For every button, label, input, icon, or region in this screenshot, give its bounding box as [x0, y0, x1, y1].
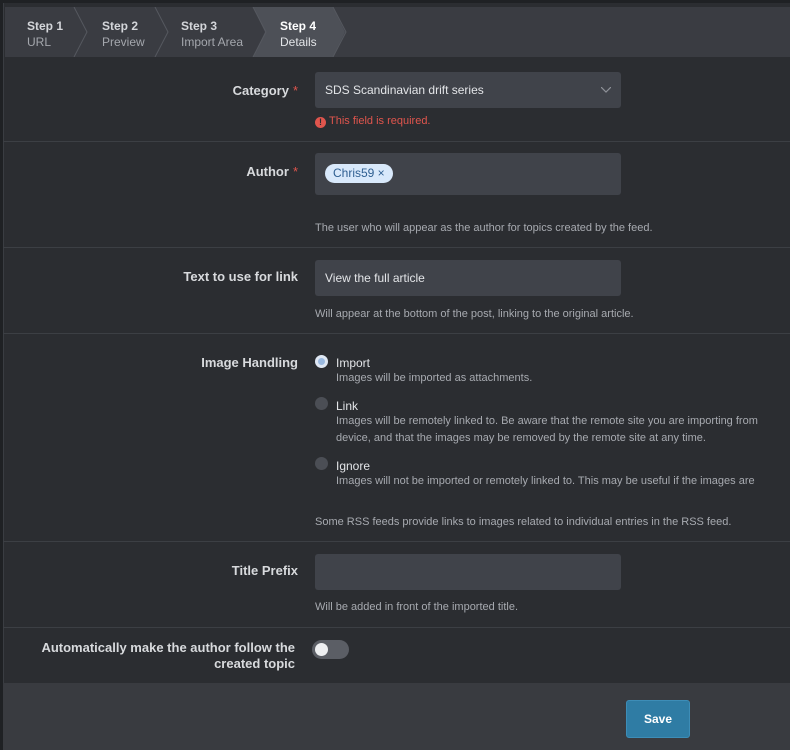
step-1-label: URL — [27, 35, 52, 49]
step-4-label: Details — [280, 35, 317, 49]
link-text-help: Will appear at the bottom of the post, l… — [315, 308, 634, 320]
category-error-text: This field is required. — [329, 115, 431, 127]
radio-ignore[interactable] — [315, 457, 328, 470]
option-import-help: Images will be imported as attachments. — [336, 372, 533, 384]
option-link-help-1: Images will be remotely linked to. Be aw… — [336, 415, 758, 427]
image-handling-label: Image Handling — [201, 355, 298, 370]
step-3-label: Import Area — [181, 35, 244, 49]
option-link-help-2: device, and that the images may be remov… — [336, 432, 706, 444]
link-text-value: View the full article — [325, 271, 425, 285]
author-help: The user who will appear as the author f… — [315, 222, 653, 234]
title-prefix-label: Title Prefix — [231, 563, 298, 578]
author-row: Author * Chris59 × The user who will appe… — [3, 142, 790, 248]
link-text-row: Text to use for link View the full artic… — [3, 248, 790, 334]
link-text-input[interactable]: View the full article — [315, 260, 621, 296]
option-import-label[interactable]: Import — [336, 356, 370, 370]
form-footer: Save — [3, 683, 790, 750]
follow-label-line2: created topic — [214, 656, 295, 671]
step-1-number: Step 1 — [27, 19, 64, 33]
author-label: Author * — [246, 164, 298, 180]
required-marker: * — [292, 164, 298, 179]
save-button[interactable]: Save — [626, 700, 690, 738]
steps-bar: Step 1 URL Step 2 Preview Step 3 Import … — [5, 7, 790, 57]
step-2-number: Step 2 — [102, 19, 139, 33]
step-4[interactable]: Step 4 Details — [280, 7, 317, 57]
step-3[interactable]: Step 3 Import Area — [181, 7, 243, 57]
step-4-number: Step 4 — [280, 19, 317, 33]
radio-link[interactable] — [315, 397, 328, 410]
category-select[interactable]: SDS Scandinavian drift series — [315, 72, 621, 108]
toggle-knob — [315, 643, 328, 656]
image-handling-row: Image Handling Import Images will be imp… — [3, 334, 790, 542]
required-marker: * — [292, 83, 298, 98]
title-prefix-help: Will be added in front of the imported t… — [315, 601, 518, 613]
image-handling-help: Some RSS feeds provide links to images r… — [315, 516, 732, 528]
step-2[interactable]: Step 2 Preview — [102, 7, 145, 57]
title-prefix-row: Title Prefix Will be added in front of t… — [3, 542, 790, 628]
follow-label-line1: Automatically make the author follow the — [41, 640, 295, 655]
category-label: Category * — [233, 83, 298, 99]
author-chip[interactable]: Chris59 × — [325, 164, 393, 183]
author-label-text: Author — [246, 164, 289, 179]
follow-label: Automatically make the author follow the… — [41, 640, 295, 672]
follow-toggle[interactable] — [312, 640, 349, 659]
option-link-label[interactable]: Link — [336, 399, 358, 413]
step-2-label: Preview — [102, 35, 145, 49]
category-value: SDS Scandinavian drift series — [325, 83, 484, 97]
category-label-text: Category — [232, 83, 289, 98]
radio-import[interactable] — [315, 355, 328, 368]
step-1[interactable]: Step 1 URL — [27, 7, 63, 57]
category-error: ! This field is required. — [315, 115, 431, 128]
link-text-label: Text to use for link — [183, 269, 298, 284]
option-ignore-help: Images will not be imported or remotely … — [336, 475, 755, 487]
error-icon: ! — [315, 117, 326, 128]
title-prefix-input[interactable] — [315, 554, 621, 590]
option-ignore-label[interactable]: Ignore — [336, 459, 370, 473]
step-3-number: Step 3 — [181, 19, 218, 33]
category-row: Category * SDS Scandinavian drift series … — [3, 57, 790, 142]
chevron-down-icon — [601, 87, 611, 93]
author-input[interactable]: Chris59 × — [315, 153, 621, 195]
